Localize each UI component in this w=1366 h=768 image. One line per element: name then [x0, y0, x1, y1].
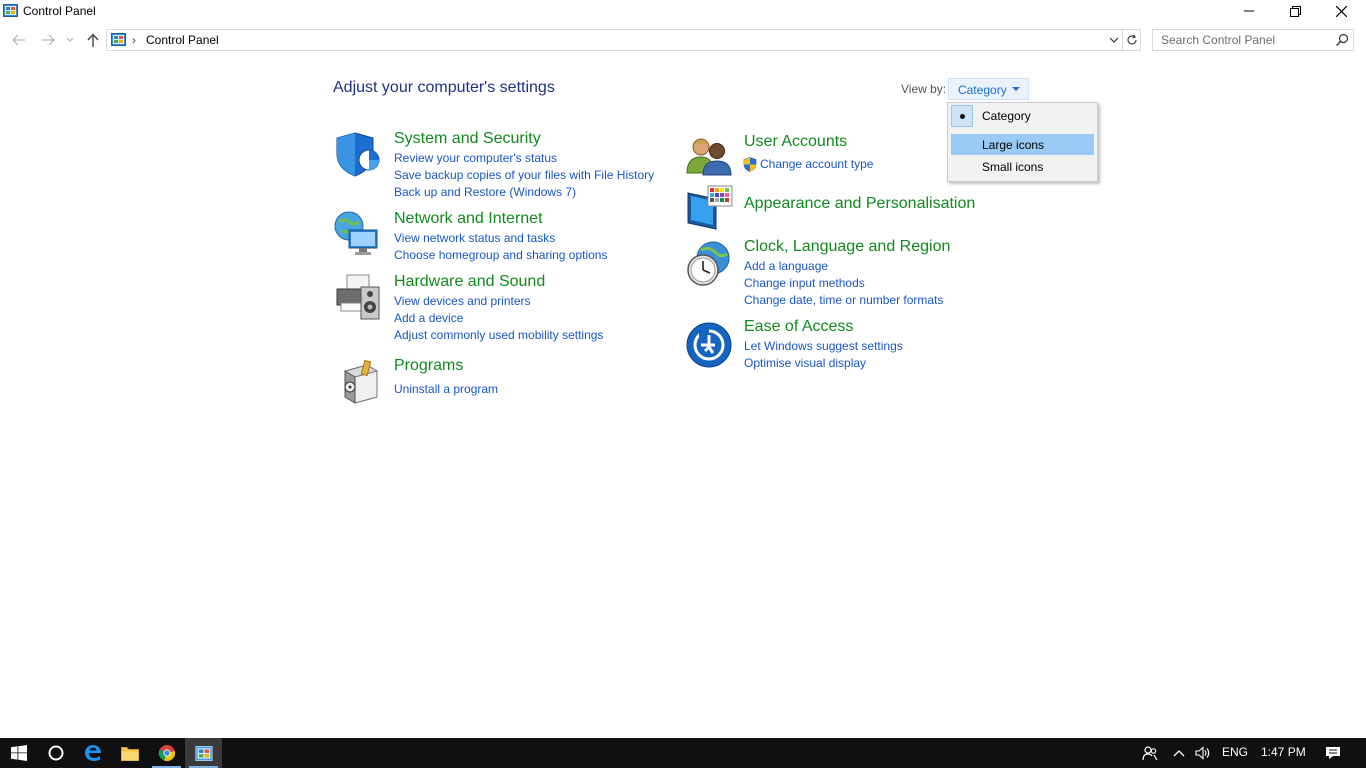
page-title: Adjust your computer's settings — [333, 79, 555, 96]
volume-button[interactable] — [1191, 738, 1215, 768]
menu-item-label: Large icons — [982, 138, 1045, 152]
category-hardware-sound[interactable]: Hardware and Sound — [394, 273, 545, 291]
arrow-right-icon — [42, 34, 55, 46]
window-title: Control Panel — [23, 4, 96, 18]
chevron-down-icon[interactable] — [1107, 33, 1121, 47]
menu-item-large-icons[interactable]: Large icons — [951, 134, 1094, 155]
view-by-label: View by: — [901, 82, 947, 96]
monitor-palette-icon[interactable] — [686, 185, 734, 233]
menu-item-label: Category — [982, 109, 1031, 123]
category-system-security[interactable]: System and Security — [394, 130, 541, 148]
taskbar: ENG 1:47 PM — [0, 738, 1366, 768]
link-file-history[interactable]: Save backup copies of your files with Fi… — [394, 168, 654, 182]
checked-indicator — [951, 105, 973, 127]
taskbar-control-panel[interactable] — [185, 738, 222, 768]
link-input-methods[interactable]: Change input methods — [744, 276, 865, 290]
language-indicator[interactable]: ENG — [1222, 745, 1248, 759]
link-uninstall-program[interactable]: Uninstall a program — [394, 382, 498, 396]
close-icon — [1335, 5, 1347, 17]
chrome-icon — [158, 745, 175, 762]
clock-globe-icon[interactable] — [685, 240, 733, 288]
menu-item-category[interactable]: Category — [951, 105, 1094, 127]
category-programs[interactable]: Programs — [394, 357, 463, 375]
link-devices-printers[interactable]: View devices and printers — [394, 294, 531, 308]
category-clock-language-region[interactable]: Clock, Language and Region — [744, 238, 950, 256]
control-panel-icon — [111, 33, 126, 46]
restore-button[interactable] — [1272, 0, 1318, 22]
search-box[interactable]: Search Control Panel — [1152, 29, 1354, 51]
view-by-dropdown[interactable]: Category — [948, 78, 1029, 100]
breadcrumb-control-panel[interactable]: Control Panel — [146, 33, 219, 47]
action-center-button[interactable] — [1316, 738, 1350, 768]
control-panel-icon — [194, 745, 213, 761]
arrow-up-icon — [87, 33, 99, 47]
caret-down-icon — [1012, 87, 1020, 91]
start-button[interactable] — [0, 738, 37, 768]
speaker-icon — [1195, 746, 1210, 760]
link-change-account-type[interactable]: Change account type — [760, 157, 873, 171]
restore-icon — [1289, 5, 1301, 17]
show-hidden-icons-button[interactable] — [1168, 738, 1190, 768]
clock[interactable]: 1:47 PM — [1261, 745, 1306, 759]
breadcrumb-separator[interactable]: › — [132, 33, 136, 47]
bullet-icon — [960, 114, 965, 119]
chevron-up-icon — [1173, 750, 1185, 757]
notifications-icon — [1326, 747, 1340, 759]
folder-icon — [120, 746, 139, 761]
minimize-button[interactable] — [1226, 0, 1272, 22]
ease-of-access-icon[interactable] — [685, 321, 733, 369]
link-optimise-display[interactable]: Optimise visual display — [744, 356, 866, 370]
view-by-value: Category — [958, 83, 1007, 97]
link-homegroup[interactable]: Choose homegroup and sharing options — [394, 248, 607, 262]
link-backup-restore[interactable]: Back up and Restore (Windows 7) — [394, 185, 576, 199]
view-by-menu: Category Large icons Small icons — [947, 102, 1098, 182]
menu-item-small-icons[interactable]: Small icons — [951, 156, 1094, 177]
control-panel-icon — [3, 4, 18, 17]
category-appearance[interactable]: Appearance and Personalisation — [744, 195, 975, 213]
uac-shield-icon — [743, 157, 757, 172]
back-button[interactable] — [9, 30, 29, 50]
cortana-circle-icon — [48, 745, 63, 761]
search-input[interactable]: Search Control Panel — [1161, 33, 1275, 47]
arrow-left-icon — [12, 34, 25, 46]
shield-icon[interactable] — [333, 130, 381, 178]
taskbar-edge[interactable] — [74, 738, 111, 768]
link-add-device[interactable]: Add a device — [394, 311, 463, 325]
link-network-status[interactable]: View network status and tasks — [394, 231, 555, 245]
close-button[interactable] — [1318, 0, 1364, 22]
forward-button[interactable] — [38, 30, 58, 50]
people-button[interactable] — [1132, 738, 1168, 768]
refresh-button[interactable] — [1123, 29, 1141, 51]
users-icon[interactable] — [685, 133, 733, 181]
recent-locations-button[interactable] — [63, 30, 77, 50]
address-bar[interactable]: › Control Panel — [106, 29, 1123, 51]
chevron-down-icon — [66, 37, 74, 42]
category-network-internet[interactable]: Network and Internet — [394, 210, 543, 228]
taskbar-chrome[interactable] — [148, 738, 185, 768]
windows-logo-icon — [10, 745, 27, 761]
menu-item-label: Small icons — [982, 160, 1044, 174]
people-icon — [1142, 746, 1158, 761]
category-user-accounts[interactable]: User Accounts — [744, 133, 847, 151]
edge-icon — [84, 745, 101, 761]
link-mobility-settings[interactable]: Adjust commonly used mobility settings — [394, 328, 603, 342]
link-date-time-formats[interactable]: Change date, time or number formats — [744, 293, 943, 307]
title-bar: Control Panel — [0, 0, 1366, 24]
cortana-button[interactable] — [37, 738, 74, 768]
category-ease-of-access[interactable]: Ease of Access — [744, 318, 853, 336]
link-windows-suggest[interactable]: Let Windows suggest settings — [744, 339, 903, 353]
minimize-icon — [1244, 10, 1254, 12]
network-globe-icon[interactable] — [333, 210, 381, 258]
link-review-status[interactable]: Review your computer's status — [394, 151, 557, 165]
link-add-language[interactable]: Add a language — [744, 259, 828, 273]
refresh-icon — [1126, 34, 1137, 45]
printer-speaker-icon[interactable] — [333, 273, 381, 321]
taskbar-file-explorer[interactable] — [111, 738, 148, 768]
programs-box-icon[interactable] — [337, 357, 385, 405]
search-icon[interactable] — [1335, 33, 1349, 47]
up-button[interactable] — [83, 30, 103, 50]
